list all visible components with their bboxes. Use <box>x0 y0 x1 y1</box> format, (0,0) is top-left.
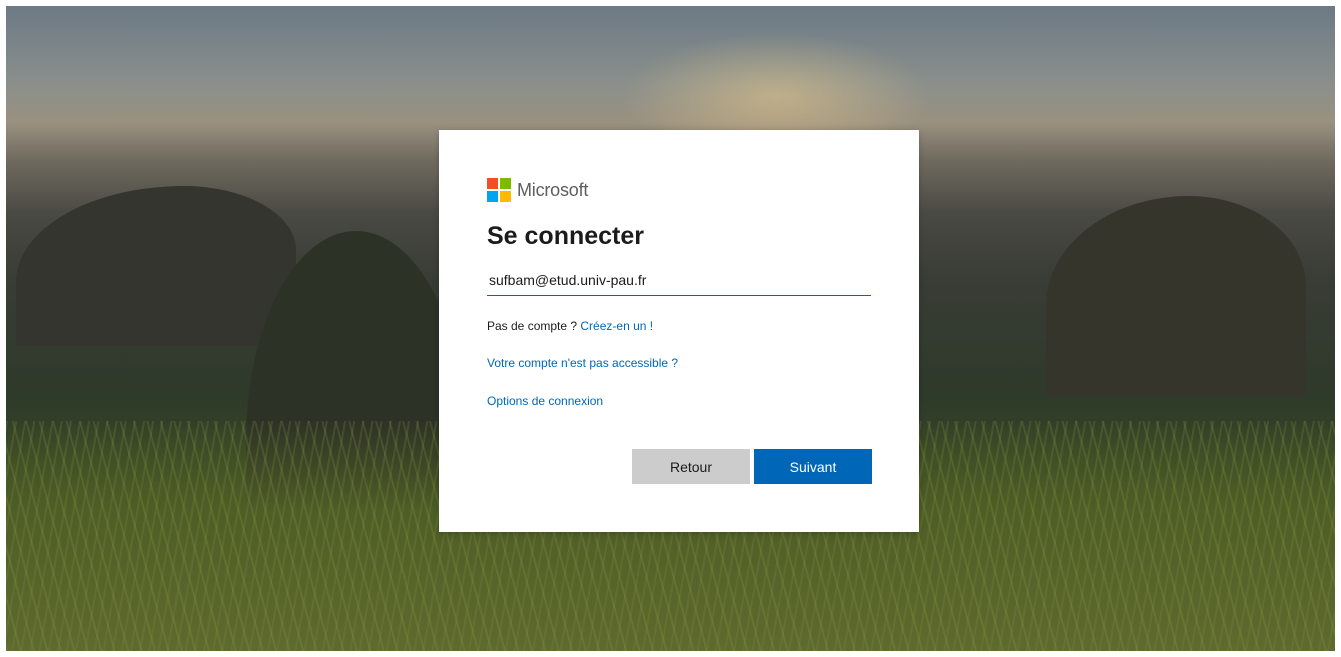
no-account-text: Pas de compte ? <box>487 319 581 333</box>
brand-header: Microsoft <box>487 177 871 203</box>
signin-options-row: Options de connexion <box>487 393 871 409</box>
background-hill-left <box>16 186 296 346</box>
button-row: Retour Suivant <box>632 449 872 484</box>
cant-access-account-link[interactable]: Votre compte n'est pas accessible ? <box>487 356 678 370</box>
back-button[interactable]: Retour <box>632 449 750 484</box>
create-account-link[interactable]: Créez-en un ! <box>580 319 653 333</box>
email-field-wrapper <box>487 266 871 296</box>
email-field[interactable] <box>487 266 871 295</box>
brand-name: Microsoft <box>517 179 589 200</box>
logo-square-blue <box>487 191 498 202</box>
next-button[interactable]: Suivant <box>754 449 872 484</box>
background-hill-right <box>1046 196 1306 396</box>
logo-square-green <box>500 178 511 189</box>
logo-square-red <box>487 178 498 189</box>
signin-options-link[interactable]: Options de connexion <box>487 394 603 408</box>
cant-access-row: Votre compte n'est pas accessible ? <box>487 355 871 371</box>
logo-square-yellow <box>500 191 511 202</box>
page-title: Se connecter <box>487 222 645 250</box>
microsoft-logo-icon <box>487 178 511 202</box>
no-account-row: Pas de compte ? Créez-en un ! <box>487 318 871 334</box>
signin-card: Microsoft Se connecter Pas de compte ? C… <box>439 130 919 532</box>
